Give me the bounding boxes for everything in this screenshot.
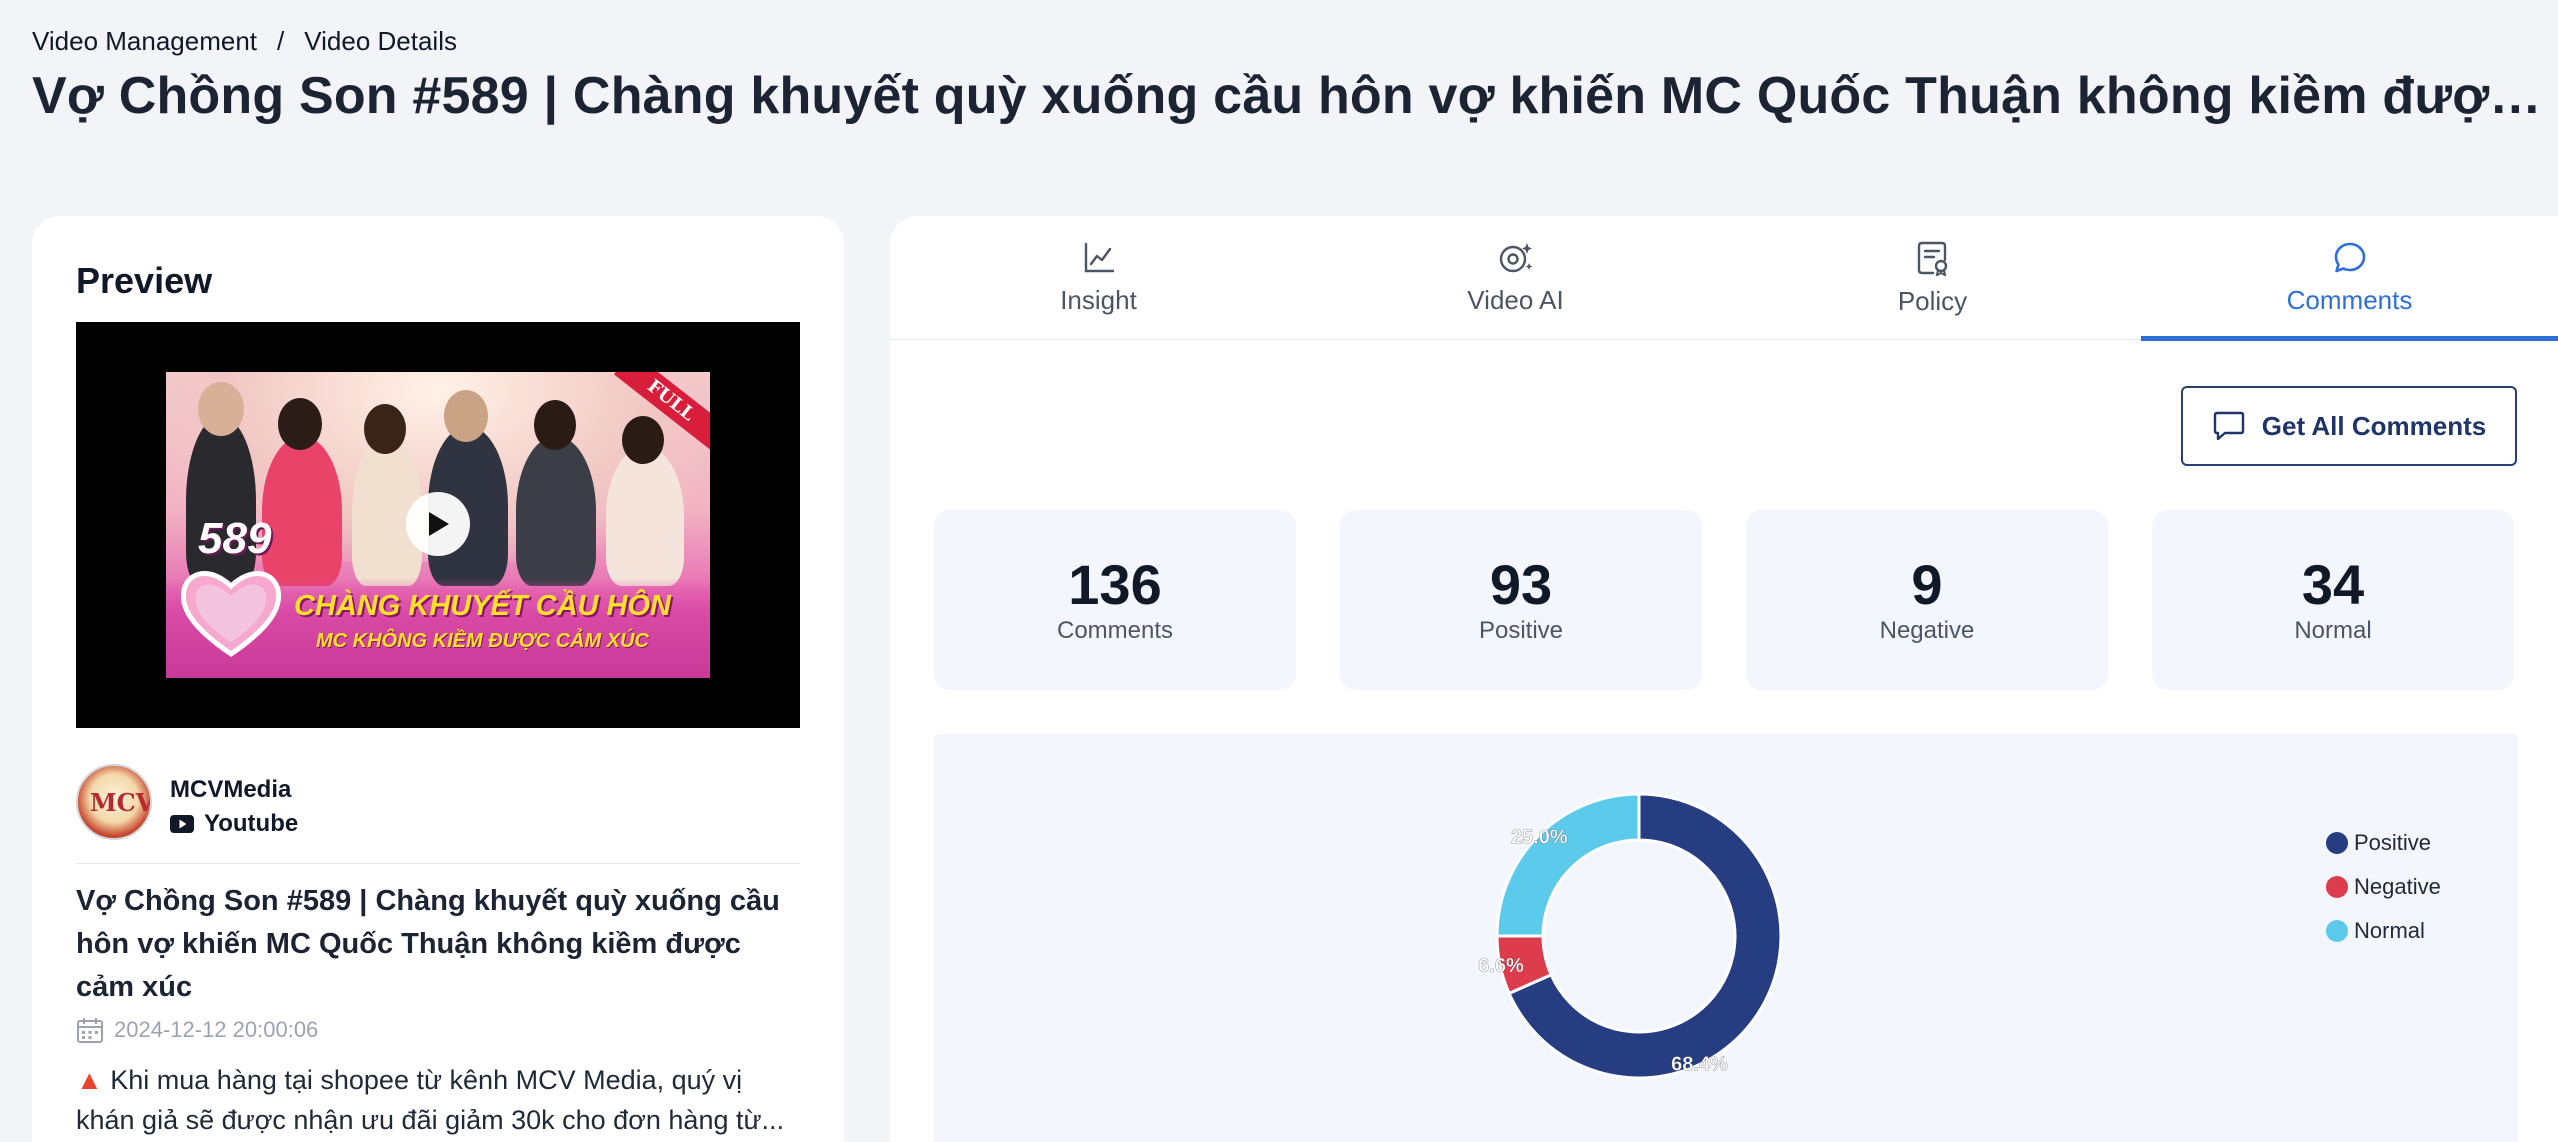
warning-triangle-icon: ▲ [76, 1065, 103, 1095]
comment-bubble-icon [2334, 242, 2365, 272]
stat-label: Comments [1056, 617, 1174, 644]
tab-bar: Insight Video AI Policy Comments [890, 216, 2558, 341]
tab-label: Comments [2286, 284, 2413, 315]
play-icon [429, 512, 449, 536]
tab-label: Policy [1897, 285, 1968, 316]
policy-document-icon [1917, 241, 1947, 276]
stat-negative: 9 Negative [1746, 510, 2108, 690]
channel-info: MCV MCVMedia Youtube [76, 764, 800, 864]
tab-insight[interactable]: Insight [890, 216, 1307, 340]
chart-legend: Positive Negative Normal [2326, 830, 2441, 944]
video-description: ▲ Khi mua hàng tại shopee từ kênh MCV Me… [76, 1060, 804, 1140]
donut-label-positive: 68.4% [1671, 1053, 1728, 1075]
publish-date: 2024-12-12 20:00:06 [76, 1016, 318, 1044]
sentiment-donut-chart: 68.4% 6.6% 25.0% [1478, 792, 1783, 1080]
tab-label: Insight [1060, 284, 1137, 315]
preview-card: Preview FULL 589 CHÀNG KHUYẾT CẦU HÔN MC… [32, 216, 844, 1142]
get-all-comments-label: Get All Comments [2261, 410, 2487, 441]
breadcrumb-video-management[interactable]: Video Management [32, 26, 257, 57]
legend-dot [2326, 832, 2348, 854]
comment-stats: 136 Comments 93 Positive 9 Negative 34 N… [934, 510, 2518, 690]
play-button[interactable] [406, 492, 470, 556]
stat-label: Negative [1879, 617, 1975, 644]
comment-icon [2213, 411, 2244, 441]
stat-value: 93 [1489, 553, 1553, 616]
description-text: Khi mua hàng tại shopee từ kênh MCV Medi… [76, 1065, 785, 1135]
platform-name: Youtube [204, 810, 299, 837]
publish-date-text: 2024-12-12 20:00:06 [114, 1017, 319, 1042]
youtube-icon [170, 815, 194, 833]
legend-item-positive[interactable]: Positive [2326, 830, 2441, 856]
tab-label: Video AI [1467, 284, 1564, 315]
heart-logo-icon [180, 571, 282, 658]
tab-policy[interactable]: Policy [1724, 216, 2141, 340]
stat-label: Positive [1478, 617, 1564, 644]
stat-value: 136 [1068, 553, 1162, 616]
legend-item-negative[interactable]: Negative [2326, 874, 2441, 900]
page-title: Vợ Chồng Son #589 | Chàng khuyết quỳ xuố… [32, 67, 2552, 125]
episode-number: 589 [198, 514, 272, 563]
legend-label: Positive [2354, 830, 2432, 855]
avatar-text: MCV [90, 788, 152, 817]
preview-heading: Preview [76, 260, 213, 301]
ai-sparkle-icon [1499, 242, 1532, 272]
get-all-comments-button[interactable]: Get All Comments [2181, 386, 2517, 466]
thumbnail-subline: MC KHÔNG KIỀM ĐƯỢC CẢM XÚC [316, 630, 649, 652]
detail-panel: Insight Video AI Policy Comments Get All… [890, 216, 2558, 1142]
line-chart-icon [1084, 242, 1114, 272]
donut-slice-normal[interactable] [1495, 792, 1641, 938]
donut-label-normal: 25.0% [1511, 826, 1568, 848]
breadcrumb-video-details: Video Details [304, 26, 457, 56]
video-player[interactable]: FULL 589 CHÀNG KHUYẾT CẦU HÔN MC KHÔNG K… [76, 322, 800, 728]
calendar-icon [77, 1018, 103, 1043]
legend-item-normal[interactable]: Normal [2326, 918, 2441, 944]
channel-name[interactable]: MCVMedia [170, 776, 291, 804]
thumbnail-figure [516, 436, 596, 586]
tab-comments[interactable]: Comments [2141, 216, 2558, 341]
platform-label: Youtube [170, 810, 298, 838]
video-title: Vợ Chồng Son #589 | Chàng khuyết quỳ xuố… [76, 885, 780, 1003]
donut-label-negative: 6.6% [1478, 955, 1524, 977]
stat-label: Normal [2294, 617, 2372, 644]
stat-comments: 136 Comments [934, 510, 1296, 690]
stat-value: 34 [2301, 553, 2365, 616]
thumbnail-headline: CHÀNG KHUYẾT CẦU HÔN [294, 590, 671, 622]
legend-dot [2326, 920, 2348, 942]
thumbnail-figure [606, 446, 684, 586]
channel-avatar[interactable]: MCV [76, 764, 152, 840]
breadcrumb: Video Management / Video Details [32, 26, 457, 57]
legend-dot [2326, 876, 2348, 898]
legend-label: Normal [2354, 918, 2425, 943]
sentiment-chart: 68.4% 6.6% 25.0% Positive Negative Normal [934, 734, 2518, 1142]
stat-value: 9 [1911, 553, 1943, 616]
tab-video-ai[interactable]: Video AI [1307, 216, 1724, 340]
breadcrumb-separator: / [277, 26, 285, 56]
stat-positive: 93 Positive [1340, 510, 1702, 690]
stat-normal: 34 Normal [2152, 510, 2514, 690]
legend-label: Negative [2354, 874, 2441, 899]
